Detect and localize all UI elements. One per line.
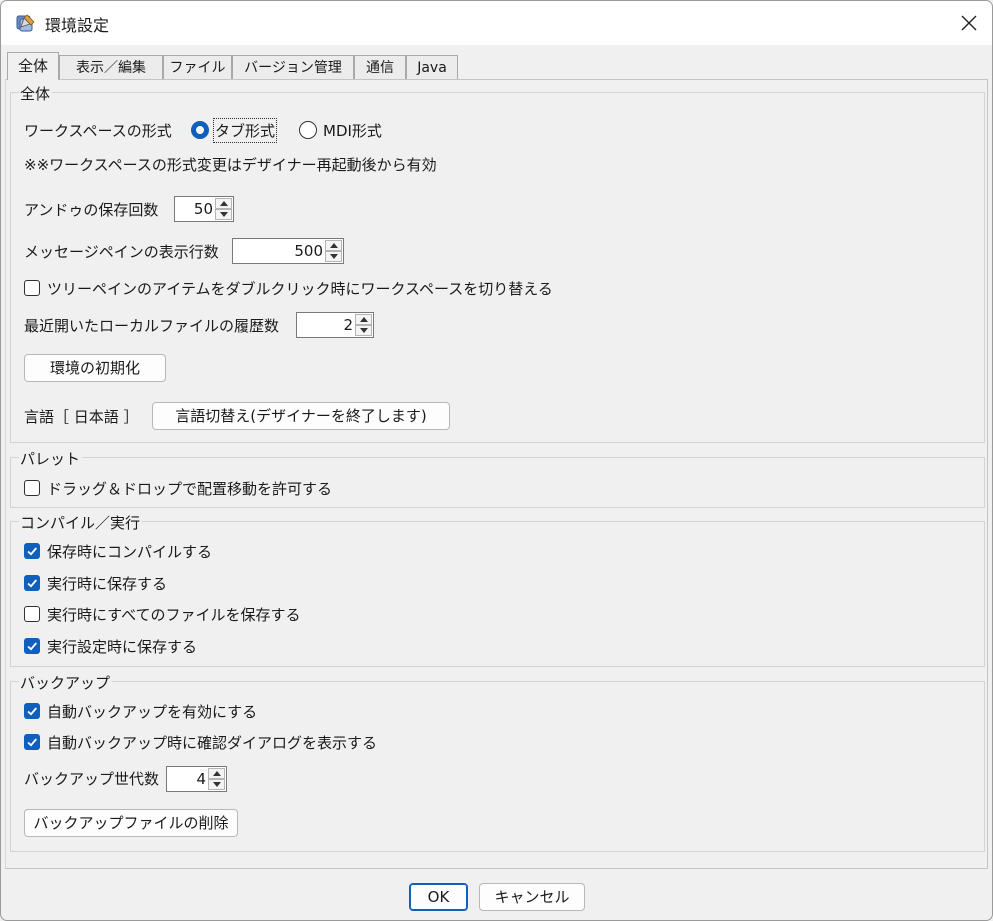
save-all-on-run-label[interactable]: 実行時にすべてのファイルを保存する [47,604,301,625]
recent-files-spinner[interactable]: 2 [296,312,374,338]
check-icon [27,547,37,556]
spinner-down-icon[interactable] [208,779,225,790]
backup-generations-spinner[interactable]: 4 [166,766,227,792]
save-on-run-config-label[interactable]: 実行設定時に保存する [47,636,197,657]
window-title: 環境設定 [45,16,110,35]
spinner-buttons [215,198,232,220]
save-on-run-config-checkbox[interactable] [24,638,40,654]
group-general [10,92,985,443]
save-on-run-label[interactable]: 実行時に保存する [47,573,167,594]
tab-file[interactable]: ファイル [163,55,232,79]
backup-confirm-checkbox[interactable] [24,734,40,750]
close-icon [961,15,977,31]
spinner-down-icon[interactable] [215,209,232,220]
backup-generations-value: 4 [196,770,206,788]
language-label: 言語［ 日本語 ］ [24,408,139,426]
compile-on-save-label[interactable]: 保存時にコンパイルする [47,541,212,562]
workspace-note: ※※ワークスペースの形式変更はデザイナー再起動後から有効 [24,156,437,174]
recent-files-value: 2 [343,316,353,334]
auto-backup-label[interactable]: 自動バックアップを有効にする [47,701,257,722]
delete-backup-files-button[interactable]: バックアップファイルの削除 [24,809,238,837]
backup-generations-label: バックアップ世代数 [24,770,160,788]
check-icon [27,642,37,651]
tree-switch-checkbox[interactable] [24,280,40,296]
tab-display-edit[interactable]: 表示／編集 [59,55,163,79]
settings-app-icon [16,14,35,32]
compile-on-save-checkbox[interactable] [24,543,40,559]
save-all-on-run-checkbox[interactable] [24,606,40,622]
check-icon [27,707,37,716]
spinner-buttons [325,240,342,262]
message-lines-label: メッセージペインの表示行数 [24,243,219,261]
spinner-up-icon[interactable] [325,240,342,251]
switch-language-button[interactable]: 言語切替え(デザイナーを終了します) [152,402,450,430]
tab-general[interactable]: 全体 [7,52,59,80]
undo-count-value: 50 [193,200,213,218]
spinner-up-icon[interactable] [355,314,372,325]
undo-count-label: アンドゥの保存回数 [24,201,159,219]
tree-switch-label[interactable]: ツリーペインのアイテムをダブルクリック時にワークスペースを切り替える [47,278,553,299]
check-icon [27,738,37,747]
radio-tab-format[interactable] [191,121,209,139]
check-icon [27,579,37,588]
undo-count-spinner[interactable]: 50 [174,196,234,222]
auto-backup-checkbox[interactable] [24,703,40,719]
tab-communication[interactable]: 通信 [354,55,406,79]
tab-version-control[interactable]: バージョン管理 [232,55,354,79]
message-lines-value: 500 [294,242,323,260]
settings-dialog: 環境設定 全体 表示／編集 ファイル バージョン管理 通信 Java 全体 ワー… [0,0,993,921]
tab-java[interactable]: Java [406,55,458,79]
recent-files-label: 最近開いたローカルファイルの履歴数 [24,317,280,335]
save-on-run-checkbox[interactable] [24,575,40,591]
reset-environment-button[interactable]: 環境の初期化 [24,354,166,382]
spinner-buttons [208,768,225,790]
spinner-down-icon[interactable] [325,251,342,262]
spinner-up-icon[interactable] [208,768,225,779]
radio-tab-format-label[interactable]: タブ形式 [212,118,278,143]
radio-mdi-format-label[interactable]: MDI形式 [323,120,382,141]
backup-confirm-label[interactable]: 自動バックアップ時に確認ダイアログを表示する [47,732,377,753]
close-button[interactable] [946,1,992,45]
ok-button[interactable]: OK [409,883,468,911]
spinner-buttons [355,314,372,336]
workspace-format-label: ワークスペースの形式 [24,122,172,140]
dragdrop-label[interactable]: ドラッグ＆ドロップで配置移動を許可する [47,478,332,499]
group-palette-title: パレット [19,448,83,469]
message-lines-spinner[interactable]: 500 [232,238,344,264]
group-general-title: 全体 [19,83,53,104]
cancel-button[interactable]: キャンセル [479,883,585,911]
group-compile-title: コンパイル／実行 [19,512,143,533]
radio-mdi-format[interactable] [299,121,317,139]
dragdrop-checkbox[interactable] [24,480,40,496]
spinner-up-icon[interactable] [215,198,232,209]
group-backup-title: バックアップ [19,672,113,693]
spinner-down-icon[interactable] [355,325,372,336]
title-bar: 環境設定 [1,1,992,45]
